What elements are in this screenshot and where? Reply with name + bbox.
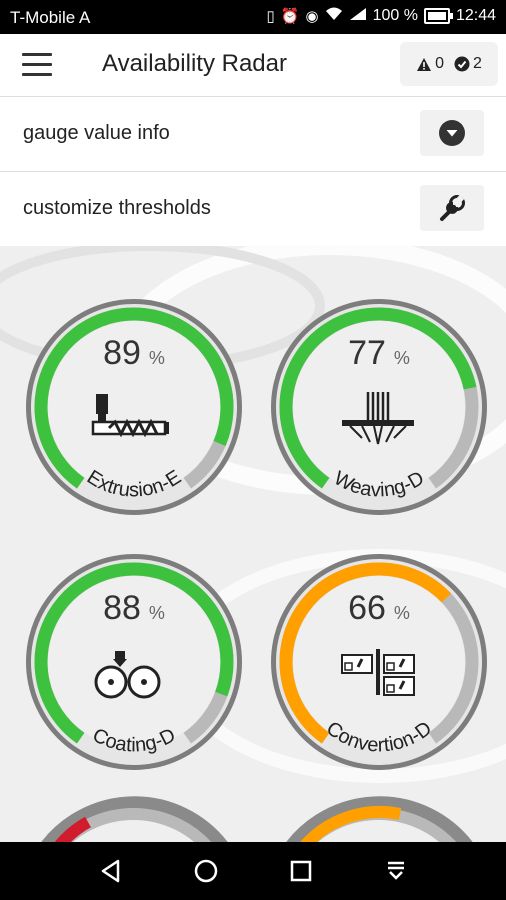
battery-icon [423, 8, 453, 24]
gauge-unit: % [393, 348, 410, 368]
partial-gauges [41, 796, 473, 842]
gauge-coating-d[interactable]: Coating-D 88% [23, 551, 245, 773]
check-circle-icon [454, 56, 470, 72]
gauge-value-number: 89 [103, 334, 141, 372]
carrier-label: T-Mobile A [10, 8, 91, 27]
check-count: 2 [473, 55, 482, 72]
vibrate-icon: ▯ [266, 8, 275, 25]
signal-icon [349, 7, 367, 25]
alarm-icon: ⏰ [280, 8, 300, 25]
eye-icon: ◉ [305, 8, 319, 25]
status-icons: ▯ ⏰ ◉ 100 % 12:44 [267, 7, 496, 25]
gauge-value-number: 66 [348, 589, 386, 627]
gauge-value-number: 77 [348, 334, 386, 372]
battery-percent: 100 % [372, 7, 418, 24]
app-bar: Availability Radar 0 2 [0, 34, 506, 97]
gauge-ring: Extrusion-E [26, 299, 242, 515]
page-title: Availability Radar [102, 50, 287, 77]
notifications-icon[interactable] [381, 856, 411, 886]
gauge-unit: % [148, 348, 165, 368]
status-bar: T-Mobile A ▯ ⏰ ◉ 100 % 12:44 [0, 0, 506, 34]
wrench-icon [440, 194, 465, 221]
gauge-value-number: 88 [103, 589, 141, 627]
gauge-ring: Coating-D [26, 554, 242, 770]
clock: 12:44 [455, 7, 496, 24]
gauge-value: 89% [23, 334, 245, 373]
gauge-convertion-d[interactable]: Convertion-D 66% [268, 551, 490, 773]
home-icon[interactable] [191, 856, 221, 886]
gauge-weaving-d[interactable]: Weaving-D 77% [268, 296, 490, 518]
recents-icon[interactable] [286, 856, 316, 886]
gauge-ring: Weaving-D [271, 299, 487, 515]
menu-icon[interactable] [22, 53, 52, 77]
customize-thresholds-row[interactable]: customize thresholds [0, 172, 506, 247]
system-nav-bar [0, 842, 506, 900]
wifi-icon [325, 7, 343, 25]
warning-count: 0 [435, 55, 444, 72]
gauge-unit: % [393, 603, 410, 623]
chevron-down-icon [439, 120, 465, 146]
alerts-summary-button[interactable]: 0 2 [400, 42, 498, 86]
gauge-value-info-button[interactable] [420, 110, 484, 156]
gauge-area: Extrusion-E 89% Weaving-D 77% Coating-D … [0, 246, 506, 842]
customize-thresholds-label: customize thresholds [23, 197, 211, 219]
gauge-value: 66% [268, 589, 490, 628]
warning-icon [417, 57, 432, 71]
gauge-value: 77% [268, 334, 490, 373]
back-icon[interactable] [96, 856, 126, 886]
gauge-extrusion-e[interactable]: Extrusion-E 89% [23, 296, 245, 518]
customize-thresholds-button[interactable] [420, 185, 484, 231]
gauge-value: 88% [23, 589, 245, 628]
gauge-value-info-row[interactable]: gauge value info [0, 97, 506, 172]
gauge-value-info-label: gauge value info [23, 122, 170, 144]
gauge-unit: % [148, 603, 165, 623]
gauge-ring: Convertion-D [271, 554, 487, 770]
